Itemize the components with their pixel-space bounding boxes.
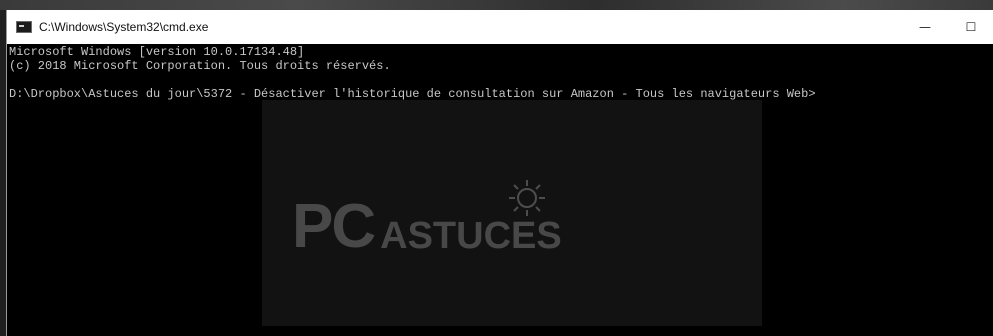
console-line-copyright: (c) 2018 Microsoft Corporation. Tous dro… xyxy=(9,59,391,73)
console-output[interactable]: PC ASTUCES Microsoft Windows [version 10… xyxy=(7,44,993,336)
console-prompt[interactable]: D:\Dropbox\Astuces du jour\5372 - Désact… xyxy=(9,87,816,101)
cmd-app-icon xyxy=(16,21,32,33)
watermark-panel: PC ASTUCES xyxy=(262,100,762,326)
window-controls: — ☐ xyxy=(902,10,993,44)
maximize-button[interactable]: ☐ xyxy=(948,10,993,44)
watermark-pc: PC xyxy=(292,192,376,261)
screenshot-frame: C:\Windows\System32\cmd.exe — ☐ PC ASTUC… xyxy=(0,0,993,336)
watermark-logo: PC ASTUCES xyxy=(292,196,562,258)
watermark-astuces: ASTUCES xyxy=(380,215,562,257)
minimize-button[interactable]: — xyxy=(902,10,948,44)
background-strip xyxy=(0,0,993,10)
title-bar[interactable]: C:\Windows\System32\cmd.exe — ☐ xyxy=(7,10,993,44)
cmd-window: C:\Windows\System32\cmd.exe — ☐ PC ASTUC… xyxy=(6,10,993,336)
console-line-version: Microsoft Windows [version 10.0.17134.48… xyxy=(9,45,305,59)
window-title: C:\Windows\System32\cmd.exe xyxy=(39,20,209,34)
